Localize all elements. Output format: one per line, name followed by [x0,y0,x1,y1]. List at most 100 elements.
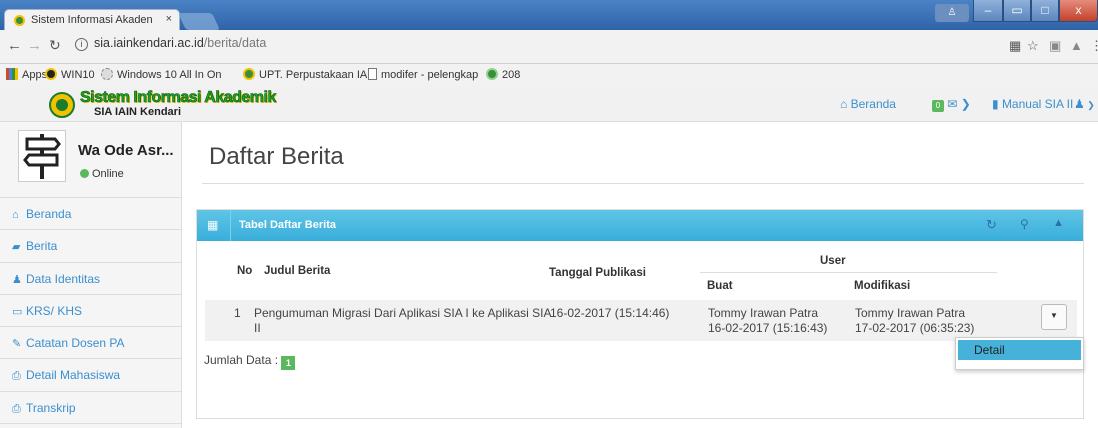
nav-manual[interactable]: ▮ Manual SIA II [992,97,1073,111]
apps-grid-icon [6,68,18,80]
nav-user-menu[interactable]: ♟ ❯ [1074,97,1095,111]
maximize-button[interactable]: □ [1031,0,1059,22]
home-icon: ⌂ [840,97,851,111]
header-separator [230,210,231,241]
panel-title: Tabel Daftar Berita [239,219,336,231]
jumlah-data: Jumlah Data : 1 [204,353,296,370]
site-brand[interactable]: Sistem Informasi Akademik [80,89,277,107]
bookmark-modifer[interactable]: modifer - pelengkap [368,68,478,81]
site-brand-sub: SIA IAIN Kendari [94,106,181,118]
bookmark-windows10[interactable]: Windows 10 All In On [101,68,222,81]
bookmark-star-icon[interactable]: ☆ [1027,38,1039,54]
cell-no: 1 [234,306,241,320]
address-bar-row: ← → ↻ i sia.iainkendari.ac.id/berita/data… [0,30,1098,64]
search-icon[interactable]: ⚲ [1020,217,1029,231]
user-icon: ♟ [1074,97,1085,111]
main-content: Daftar Berita ▦ Tabel Daftar Berita ↻ ⚲ … [182,122,1098,428]
sidebar-item-beranda[interactable]: ⌂ Beranda [0,198,181,231]
cell-judul-line1: Pengumuman Migrasi Dari Aplikasi SIA I k… [254,306,552,320]
sidebar-item-label: Catatan Dosen PA [26,336,125,351]
print-icon: ⎙ [12,370,21,383]
bookmark-favicon-icon [243,68,255,80]
col-header-tanggal: Tanggal Publikasi [549,267,646,279]
envelope-icon: ✉ [947,97,958,111]
row-actions-dropdown-button[interactable]: ▼ [1041,304,1067,330]
cell-judul-line2: II [254,321,261,335]
panel-header: ▦ Tabel Daftar Berita ↻ ⚲ ▲ [197,210,1083,241]
reload-icon[interactable]: ↻ [49,37,61,54]
status-label: Online [92,168,124,180]
refresh-icon[interactable]: ↻ [986,217,997,233]
bookmark-label: Windows 10 All In On [117,69,222,81]
avatar [18,130,66,182]
sidebar-item-detail-mahasiswa[interactable]: ⎙ Detail Mahasiswa [0,359,181,392]
table-row: 1 Pengumuman Migrasi Dari Aplikasi SIA I… [205,300,1077,341]
cell-mod-date: 17-02-2017 (06:35:23) [855,321,975,335]
col-header-modifikasi: Modifikasi [854,280,911,292]
sidebar-item-label: Beranda [26,207,72,221]
col-header-judul: Judul Berita [264,265,331,277]
bookmarks-bar: Apps WIN10 Windows 10 All In On UPT. Per… [0,64,1098,86]
nav-messages[interactable]: 0 ✉ ❯ [932,97,971,112]
close-window-button[interactable]: x [1059,0,1098,22]
chevron-down-icon: ❯ [1084,100,1095,110]
profile-name: Wa Ode Asr... [78,142,174,159]
col-header-user: User [820,255,846,267]
chevron-down-icon: ❯ [960,97,971,111]
nav-beranda-label: Beranda [850,97,896,111]
book-icon: ▮ [992,97,1002,111]
caret-down-icon: ▼ [1050,311,1058,320]
bookmark-win10[interactable]: WIN10 [45,68,95,81]
url-path: /berita/data [203,36,267,50]
bookmark-208[interactable]: 208 [486,68,520,81]
title-bar: Sistem Informasi Akaden × ♙ – ▭ □ x [0,0,1098,31]
col-header-buat: Buat [707,280,733,292]
info-icon[interactable]: i [75,38,88,51]
status-badge: Online [80,168,124,180]
nav-manual-label: Manual SIA II [1001,97,1074,111]
sidebar-item-label: KRS/ KHS [26,303,83,318]
extension-icon[interactable]: ▣ [1049,38,1061,54]
sidebar-item-transkrip[interactable]: ⎙ Transkrip [0,392,181,425]
menu-dots-icon[interactable]: ⋮ [1090,38,1098,54]
browser-tab[interactable]: Sistem Informasi Akaden × [4,9,180,31]
bookmark-apps[interactable]: Apps [6,68,47,81]
user-profile-icon[interactable]: ♙ [935,4,969,22]
book-icon: ▰ [12,241,21,254]
bookmark-perpustakaan[interactable]: UPT. Perpustakaan IAI [243,68,370,81]
print-icon: ⎙ [12,402,21,415]
extension2-icon[interactable]: ▲ [1070,38,1083,53]
tab-close-icon[interactable]: × [166,13,172,25]
site-logo[interactable] [49,92,75,118]
cell-buat-date: 16-02-2017 (15:16:43) [708,321,828,335]
minimize-button[interactable]: – [973,0,1003,22]
signpost-icon [23,134,61,179]
jumlah-count-badge: 1 [281,356,296,370]
cell-mod-name: Tommy Irawan Patra [855,306,966,320]
folder-icon: ▭ [12,305,23,318]
restore-button[interactable]: ▭ [1003,0,1031,22]
sidebar-item-berita[interactable]: ▰ Berita [0,230,181,263]
site-favicon-icon [14,15,25,26]
sidebar-item-krs-khs[interactable]: ▭ KRS/ KHS [0,295,181,328]
sidebar-item-data-identitas[interactable]: ♟ Data Identitas [0,263,181,295]
online-dot-icon [80,169,89,178]
forward-arrow-icon[interactable]: → [27,37,42,54]
edit-icon: ✎ [12,338,22,351]
url-host: sia.iainkendari.ac.id [94,36,204,50]
cell-tanggal: 16-02-2017 (15:14:46) [550,306,670,320]
collapse-chevron-up-icon[interactable]: ▲ [1053,217,1064,229]
page-title: Daftar Berita [209,143,344,170]
translate-icon[interactable]: ▦ [1009,38,1021,54]
user-header-divider [700,272,997,273]
new-tab-button[interactable] [178,13,220,30]
browser-window: Sistem Informasi Akaden × ♙ – ▭ □ x ← → … [0,0,1098,428]
table-grid-icon: ▦ [207,218,219,232]
menu-item-detail[interactable]: Detail [958,340,1081,360]
nav-beranda[interactable]: ⌂ Beranda [840,97,896,111]
gear-favicon-icon [101,68,113,80]
sidebar-item-label: Transkrip [26,400,76,415]
sidebar-item-catatan-dosen-pa[interactable]: ✎ Catatan Dosen PA [0,327,181,360]
url-field[interactable]: i sia.iainkendari.ac.id/berita/data [75,36,266,51]
back-arrow-icon[interactable]: ← [7,37,22,54]
